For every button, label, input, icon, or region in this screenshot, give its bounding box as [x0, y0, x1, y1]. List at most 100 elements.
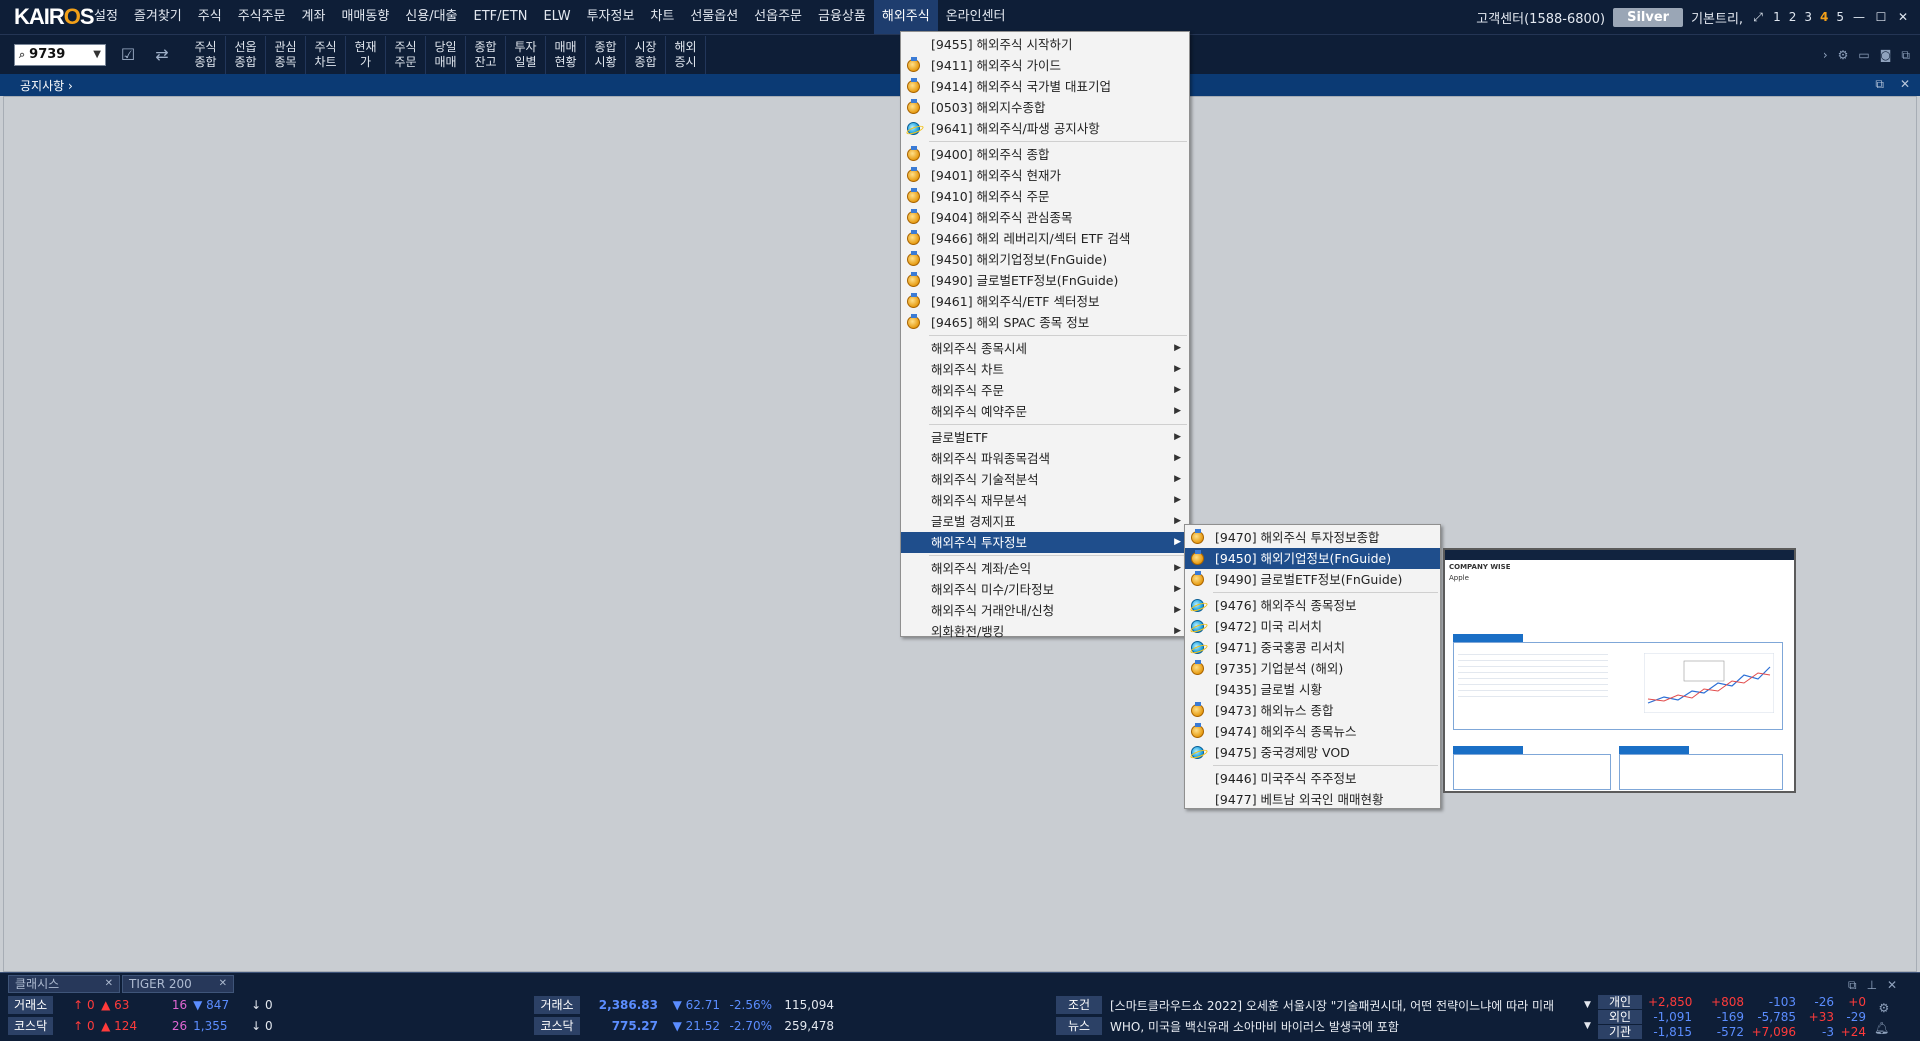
quick-button[interactable]: 관심 종목 — [266, 35, 306, 74]
tab-close-icon[interactable]: ✕ — [105, 976, 113, 992]
menu-item[interactable]: [9410] 해외주식 주문 — [901, 186, 1189, 207]
menu-item[interactable]: 외화환전/뱅킹 ▶ — [901, 621, 1189, 642]
minimize-icon[interactable]: — — [1852, 10, 1866, 24]
screen-number-link[interactable]: 1 — [1773, 10, 1781, 24]
menu-item[interactable]: [0503] 해외지수종합 — [901, 97, 1189, 118]
quick-button[interactable]: 선옵 종합 — [226, 35, 266, 74]
chevron-down-icon[interactable]: ▼ — [1584, 1021, 1591, 1031]
menu-item[interactable]: 해외주식 미수/기타정보 ▶ — [901, 579, 1189, 600]
menu-item[interactable]: [9470] 해외주식 투자정보종합 — [1185, 527, 1440, 548]
menu-item[interactable]: 해외주식 거래안내/신청 ▶ — [901, 600, 1189, 621]
menu-item[interactable]: [9473] 해외뉴스 종합 — [1185, 700, 1440, 721]
swap-icon[interactable]: ⇄ — [150, 43, 174, 67]
menu-item[interactable]: 글로벌ETF ▶ — [901, 427, 1189, 448]
menu-item[interactable]: 해외주식 종목시세 ▶ — [901, 338, 1189, 359]
screen-number-link[interactable]: 5 — [1836, 10, 1844, 24]
menu-item[interactable]: 해외주식 주문 ▶ — [901, 380, 1189, 401]
window-icon[interactable]: ⧉ — [1901, 48, 1910, 63]
menu-item[interactable]: [9435] 글로벌 시황 — [1185, 679, 1440, 700]
chevron-right-icon[interactable]: › — [1823, 48, 1828, 62]
camera-icon[interactable]: ◙ — [1880, 48, 1892, 62]
menu-item[interactable]: [9465] 해외 SPAC 종목 정보 — [901, 312, 1189, 333]
menu-0[interactable]: 설정 — [86, 0, 126, 34]
menu-item[interactable]: 해외주식 투자정보 ▶ — [901, 532, 1189, 553]
menu-8[interactable]: ELW — [535, 0, 578, 34]
quick-button[interactable]: 해외 증시 — [666, 35, 706, 74]
check-window-icon[interactable]: ☑ — [116, 43, 140, 67]
menu-item[interactable]: [9475] 중국경제망 VOD — [1185, 742, 1440, 763]
menu-2[interactable]: 주식 — [190, 0, 230, 34]
menu-10[interactable]: 차트 — [642, 0, 682, 34]
menu-6[interactable]: 신용/대출 — [397, 0, 465, 34]
menu-item[interactable]: [9455] 해외주식 시작하기 — [901, 34, 1189, 55]
menu-item[interactable]: 해외주식 예약주문 ▶ — [901, 401, 1189, 422]
screen-number-link[interactable]: 3 — [1804, 10, 1812, 24]
quick-button[interactable]: 현재 가 — [346, 35, 386, 74]
menu-item[interactable]: [9461] 해외주식/ETF 섹터정보 — [901, 291, 1189, 312]
maximize-icon[interactable]: ☐ — [1874, 10, 1888, 24]
restore-icon[interactable]: ⧉ — [1875, 77, 1884, 92]
bottom-close-icon[interactable]: ✕ — [1887, 978, 1897, 992]
menu-item[interactable]: [9404] 해외주식 관심종목 — [901, 207, 1189, 228]
gear-icon[interactable]: ⚙ — [1878, 1001, 1889, 1015]
chevron-down-icon[interactable]: ▼ — [93, 49, 101, 60]
hot-icon[interactable]: ▭ — [1858, 48, 1869, 62]
quick-button[interactable]: 주식 주문 — [386, 35, 426, 74]
menu-12[interactable]: 선옵주문 — [746, 0, 810, 34]
menu-item[interactable]: 해외주식 차트 ▶ — [901, 359, 1189, 380]
layout-label[interactable]: 기본트리, — [1691, 8, 1743, 27]
condition-ticker[interactable]: 조건 [스마트클라우드쇼 2022] 오세훈 서울시장 "기술패권시대, 어떤 … — [1056, 995, 1596, 1015]
gear-icon[interactable]: ⚙ — [1838, 48, 1849, 62]
close-icon[interactable]: ✕ — [1896, 10, 1910, 24]
menu-item[interactable]: [9471] 중국홍콩 리서치 — [1185, 637, 1440, 658]
menu-item[interactable]: 해외주식 기술적분석 ▶ — [901, 469, 1189, 490]
menu-item[interactable]: 해외주식 파워종목검색 ▶ — [901, 448, 1189, 469]
chevron-down-icon[interactable]: ▼ — [1584, 1000, 1591, 1010]
tab-close-icon[interactable]: ✕ — [219, 976, 227, 992]
quick-button[interactable]: 주식 차트 — [306, 35, 346, 74]
menu-item[interactable]: [9450] 해외기업정보(FnGuide) — [901, 249, 1189, 270]
menu-14[interactable]: 해외주식 — [873, 0, 938, 34]
screen-code-input[interactable]: ⌕ 9739 ▼ — [14, 43, 106, 66]
notice-link[interactable]: 공지사항 › — [20, 77, 73, 94]
menu-item[interactable]: [9641] 해외주식/파생 공지사항 — [901, 118, 1189, 139]
layout-icon[interactable]: ⧉ — [1848, 978, 1857, 993]
menu-15[interactable]: 온라인센터 — [938, 0, 1014, 34]
menu-item[interactable]: 글로벌 경제지표 ▶ — [901, 511, 1189, 532]
menu-item[interactable]: [9472] 미국 리서치 — [1185, 616, 1440, 637]
menu-item[interactable]: [9466] 해외 레버리지/섹터 ETF 검색 — [901, 228, 1189, 249]
notice-close-icon[interactable]: ✕ — [1900, 77, 1910, 91]
menu-4[interactable]: 계좌 — [294, 0, 334, 34]
menu-item[interactable]: [9414] 해외주식 국가별 대표기업 — [901, 76, 1189, 97]
menu-item[interactable]: [9401] 해외주식 현재가 — [901, 165, 1189, 186]
quick-button[interactable]: 매매 현황 — [546, 35, 586, 74]
menu-item[interactable]: [9411] 해외주식 가이드 — [901, 55, 1189, 76]
menu-item[interactable]: [9400] 해외주식 종합 — [901, 144, 1189, 165]
pin-icon[interactable]: ⊥ — [1867, 978, 1877, 992]
menu-item[interactable]: [9446] 미국주식 주주정보 — [1185, 768, 1440, 789]
grade-badge[interactable]: Silver — [1613, 7, 1684, 27]
customer-center-link[interactable]: 고객센터(1588-6800) — [1476, 8, 1605, 27]
screen-number-link[interactable]: 4 — [1820, 10, 1828, 24]
expand-icon[interactable]: ⤢ — [1751, 10, 1765, 24]
menu-item[interactable]: 해외주식 재무분석 ▶ — [901, 490, 1189, 511]
screen-number-link[interactable]: 2 — [1789, 10, 1797, 24]
bell-icon[interactable]: 🔔︎ — [1874, 1021, 1889, 1035]
menu-7[interactable]: ETF/ETN — [466, 0, 536, 34]
quick-button[interactable]: 시장 종합 — [626, 35, 666, 74]
ticker-text[interactable]: WHO, 미국을 백신유래 소아마비 바이러스 발생국에 포함 — [1110, 1018, 1580, 1035]
menu-item[interactable]: 해외주식 계좌/손익 ▶ — [901, 558, 1189, 579]
menu-5[interactable]: 매매동향 — [333, 0, 397, 34]
menu-11[interactable]: 선물옵션 — [682, 0, 746, 34]
quick-button[interactable]: 당일 매매 — [426, 35, 466, 74]
menu-item[interactable]: [9476] 해외주식 종목정보 — [1185, 595, 1440, 616]
quick-button[interactable]: 종합 시황 — [586, 35, 626, 74]
stock-tab[interactable]: TIGER 200 ✕ — [122, 975, 234, 993]
menu-9[interactable]: 투자정보 — [579, 0, 643, 34]
menu-item[interactable]: [9474] 해외주식 종목뉴스 — [1185, 721, 1440, 742]
menu-item[interactable]: [9490] 글로벌ETF정보(FnGuide) — [901, 270, 1189, 291]
menu-item[interactable]: [9490] 글로벌ETF정보(FnGuide) — [1185, 569, 1440, 590]
menu-item[interactable]: [9735] 기업분석 (해외) — [1185, 658, 1440, 679]
ticker-text[interactable]: [스마트클라우드쇼 2022] 오세훈 서울시장 "기술패권시대, 어떤 전략이… — [1110, 997, 1580, 1014]
news-ticker[interactable]: 뉴스 WHO, 미국을 백신유래 소아마비 바이러스 발생국에 포함 ▼ — [1056, 1016, 1596, 1036]
